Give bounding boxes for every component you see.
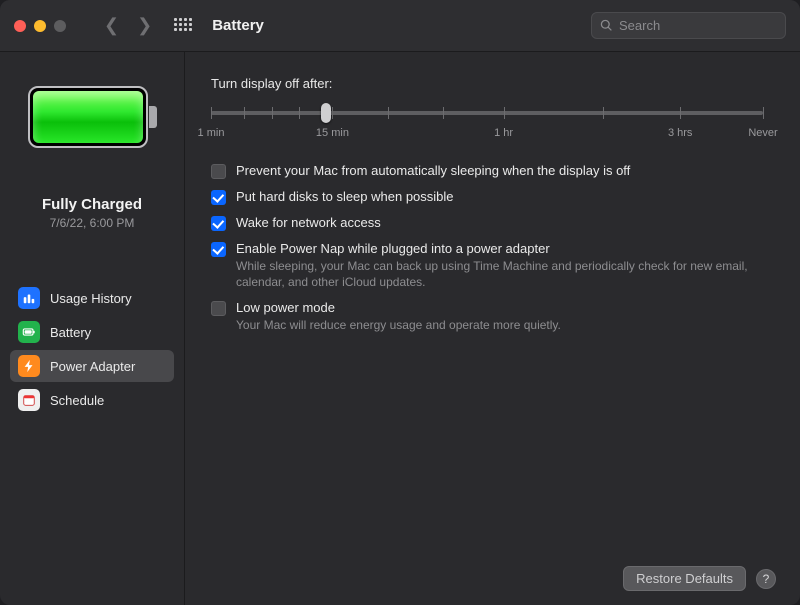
checkbox[interactable]: [211, 216, 226, 231]
titlebar: ❮ ❯ Battery Search: [0, 0, 800, 52]
window-title: Battery: [212, 17, 264, 34]
option-low-power-mode[interactable]: Low power mode Your Mac will reduce ener…: [211, 300, 776, 333]
main-pane: Turn display off after:: [185, 52, 800, 605]
slider-tick-label: Never: [748, 127, 777, 139]
option-desc: While sleeping, your Mac can back up usi…: [236, 258, 756, 290]
sidebar: Fully Charged 7/6/22, 6:00 PM Usage Hist…: [0, 52, 185, 605]
chart-bar-icon: [18, 287, 40, 309]
option-power-nap[interactable]: Enable Power Nap while plugged into a po…: [211, 241, 776, 290]
option-prevent-sleep[interactable]: Prevent your Mac from automatically slee…: [211, 163, 776, 179]
sidebar-item-label: Usage History: [50, 291, 132, 306]
sidebar-item-power-adapter[interactable]: Power Adapter: [10, 350, 174, 382]
restore-defaults-button[interactable]: Restore Defaults: [623, 566, 746, 591]
slider-tick-label: 1 min: [198, 127, 225, 139]
slider-tick-label: 3 hrs: [668, 127, 692, 139]
search-input[interactable]: Search: [591, 12, 786, 39]
checkbox[interactable]: [211, 301, 226, 316]
minimize-window-button[interactable]: [34, 20, 46, 32]
sidebar-item-label: Schedule: [50, 393, 104, 408]
sidebar-nav: Usage History Battery Power Adapter: [10, 282, 174, 416]
search-icon: [600, 19, 613, 32]
nav-arrows: ❮ ❯: [104, 15, 152, 36]
option-label: Enable Power Nap while plugged into a po…: [236, 241, 756, 256]
option-wake-network[interactable]: Wake for network access: [211, 215, 776, 231]
checkbox[interactable]: [211, 242, 226, 257]
help-button[interactable]: ?: [756, 569, 776, 589]
back-button[interactable]: ❮: [104, 15, 119, 36]
slider-tick-label: 15 min: [316, 127, 349, 139]
calendar-icon: [18, 389, 40, 411]
option-label: Prevent your Mac from automatically slee…: [236, 163, 630, 178]
options-list: Prevent your Mac from automatically slee…: [211, 163, 776, 334]
battery-icon: [18, 321, 40, 343]
search-placeholder: Search: [619, 18, 660, 33]
option-label: Low power mode: [236, 300, 561, 315]
sidebar-item-usage-history[interactable]: Usage History: [10, 282, 174, 314]
footer: Restore Defaults ?: [211, 562, 776, 591]
battery-status-time: 7/6/22, 6:00 PM: [50, 216, 135, 230]
bolt-icon: [18, 355, 40, 377]
display-off-slider[interactable]: 1 min 15 min 1 hr 3 hrs Never: [211, 103, 763, 141]
option-hard-disks-sleep[interactable]: Put hard disks to sleep when possible: [211, 189, 776, 205]
slider-tick-label: 1 hr: [494, 127, 513, 139]
show-all-prefs-button[interactable]: [174, 18, 190, 34]
checkbox[interactable]: [211, 164, 226, 179]
forward-button[interactable]: ❯: [137, 15, 152, 36]
sidebar-item-label: Power Adapter: [50, 359, 135, 374]
battery-graphic: [28, 86, 156, 148]
sidebar-item-label: Battery: [50, 325, 91, 340]
zoom-window-button[interactable]: [54, 20, 66, 32]
battery-status-title: Fully Charged: [42, 196, 142, 213]
slider-label: Turn display off after:: [211, 76, 776, 91]
close-window-button[interactable]: [14, 20, 26, 32]
window-controls: [14, 20, 66, 32]
sidebar-item-battery[interactable]: Battery: [10, 316, 174, 348]
checkbox[interactable]: [211, 190, 226, 205]
option-desc: Your Mac will reduce energy usage and op…: [236, 317, 561, 333]
sidebar-item-schedule[interactable]: Schedule: [10, 384, 174, 416]
battery-prefs-window: ❮ ❯ Battery Search Fully Charged 7/6/22,…: [0, 0, 800, 605]
option-label: Put hard disks to sleep when possible: [236, 189, 454, 204]
option-label: Wake for network access: [236, 215, 381, 230]
